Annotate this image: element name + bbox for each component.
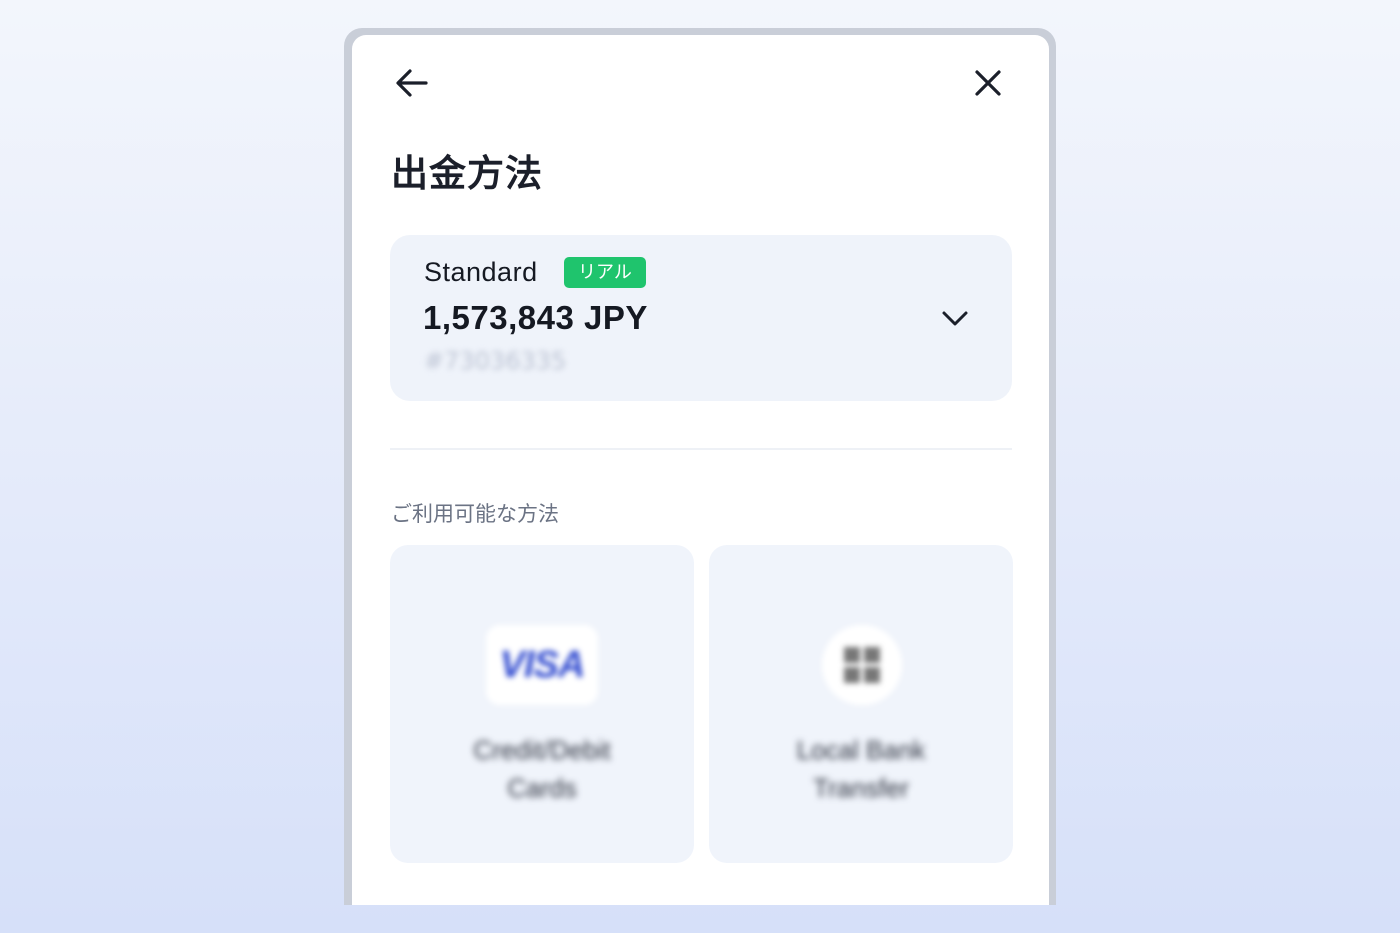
account-selector[interactable]: Standard リアル 1,573,843 JPY #73036335 [390,235,1012,401]
method-label: Local Bank Transfer [796,735,926,803]
account-number: #73036335 [424,347,567,375]
page-title: 出金方法 [391,152,543,195]
chevron-down-icon[interactable] [938,301,972,335]
withdrawal-method-panel: 出金方法 Standard リアル 1,573,843 JPY #7303633… [352,35,1049,905]
account-balance: 1,573,843 JPY [423,299,648,336]
method-card-local-bank[interactable]: Local Bank Transfer [709,545,1013,863]
visa-logo-icon: VISA [486,625,598,705]
method-label: Credit/Debit Cards [473,735,611,803]
visa-logo-text: VISA [499,643,586,686]
bank-glyph [842,645,882,685]
available-methods-label: ご利用可能な方法 [391,502,559,526]
section-divider [390,448,1012,450]
close-button[interactable] [966,61,1010,105]
bank-icon [822,625,902,705]
close-icon [975,70,1001,96]
method-card-credit-debit[interactable]: VISA Credit/Debit Cards [390,545,694,863]
real-account-badge: リアル [564,257,646,288]
arrow-left-icon [396,69,428,97]
back-button[interactable] [390,61,434,105]
account-type-label: Standard [424,257,538,287]
